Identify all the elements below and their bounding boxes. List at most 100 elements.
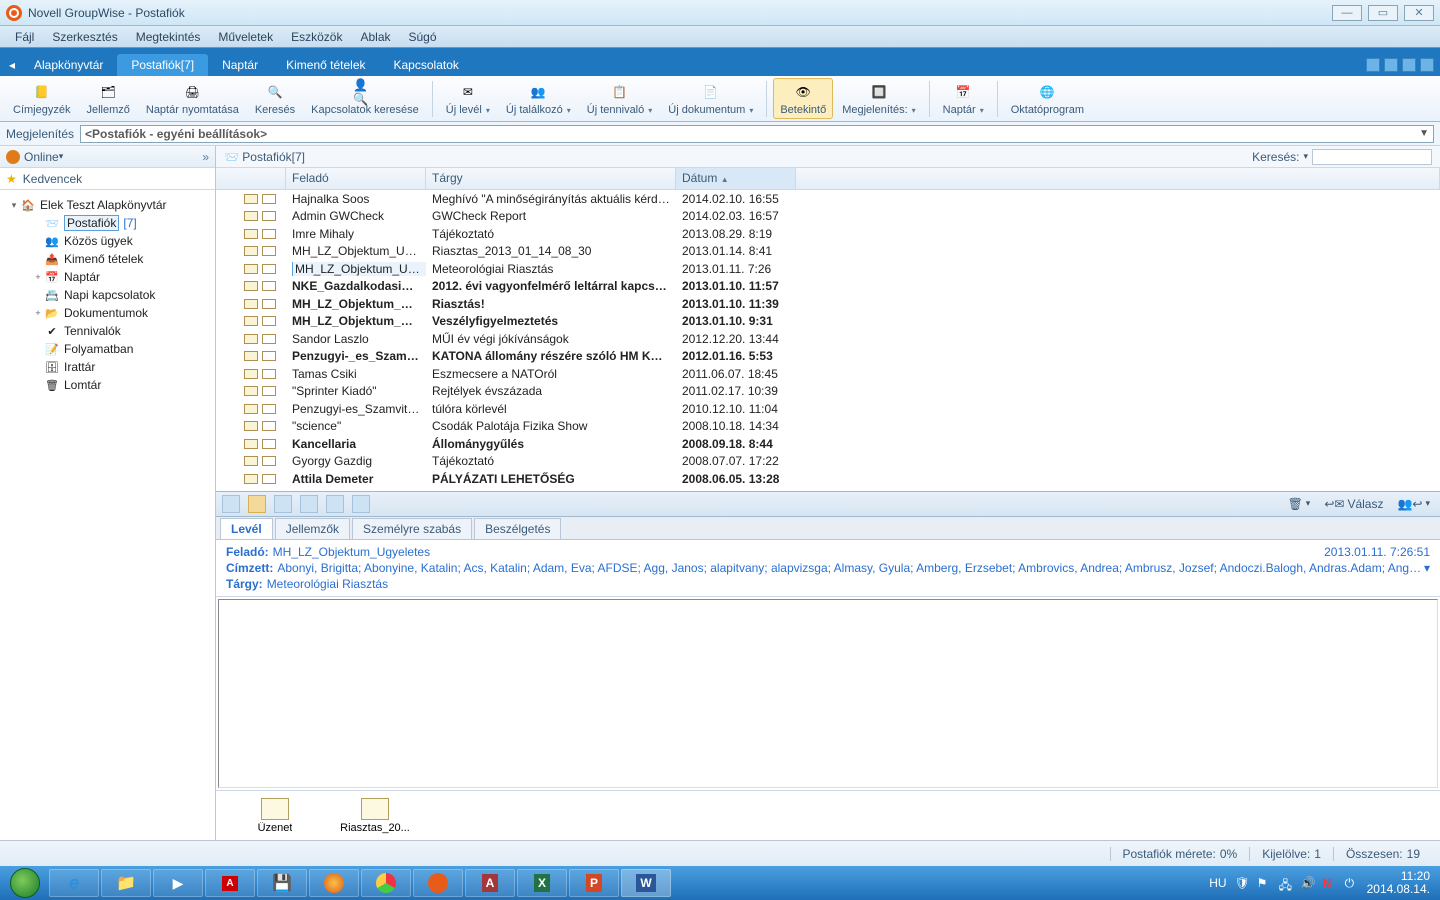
ribbon-print-calendar-icon[interactable]: 🖨Naptár nyomtatása xyxy=(139,78,246,119)
layout-icon-1[interactable] xyxy=(1366,58,1380,72)
navtab[interactable]: Kimenő tételek xyxy=(272,54,379,76)
tree-item[interactable]: 📨 Postafiók [7] xyxy=(4,214,211,232)
search-input[interactable] xyxy=(1312,149,1432,165)
menu-megtekintés[interactable]: Megtekintés xyxy=(127,30,210,44)
message-row[interactable]: Sandor Laszlo MŰI év végi jókívánságok 2… xyxy=(216,330,1440,348)
ribbon-search-contact-icon[interactable]: 👤🔍Kapcsolatok keresése xyxy=(304,78,426,119)
minimize-button[interactable]: — xyxy=(1332,5,1362,21)
delete-button[interactable]: 🗑▾ xyxy=(1284,495,1315,513)
attach-icon[interactable] xyxy=(222,495,240,513)
tree-item[interactable]: 🗄 Irattár xyxy=(4,358,211,376)
message-row[interactable]: MH_LZ_Objektum_Ugyel Meteorológiai Riasz… xyxy=(216,260,1440,278)
message-row[interactable]: Tamas Csiki Eszmecsere a NATOról 2011.06… xyxy=(216,365,1440,383)
taskbar-ie[interactable]: e xyxy=(49,869,99,897)
taskbar-media[interactable]: ▶ xyxy=(153,869,203,897)
menu-eszközök[interactable]: Eszközök xyxy=(282,30,351,44)
menu-súgó[interactable]: Súgó xyxy=(400,30,446,44)
attachment[interactable]: Riasztas_20... xyxy=(340,798,410,834)
message-row[interactable]: Penzugyi-_es_Szamvite KATONA állomány ré… xyxy=(216,348,1440,366)
maximize-button[interactable]: ▭ xyxy=(1368,5,1398,21)
message-row[interactable]: Penzugyi-es_Szamviteli_o túlóra körlevél… xyxy=(216,400,1440,418)
menu-fájl[interactable]: Fájl xyxy=(6,30,43,44)
tree-item[interactable]: 🗑 Lomtár xyxy=(4,376,211,394)
taskbar-firefox[interactable] xyxy=(309,869,359,897)
message-row[interactable]: "Sprinter Kiadó" Rejtélyek évszázada 201… xyxy=(216,383,1440,401)
layout-a-icon[interactable] xyxy=(326,495,344,513)
reply-all-button[interactable]: 👥↩▾ xyxy=(1393,495,1434,513)
tray-n-icon[interactable]: N xyxy=(1323,876,1337,890)
collapse-icon[interactable]: ▾ xyxy=(8,200,20,211)
navtab[interactable]: Postafiók[7] xyxy=(117,54,208,76)
favorites-header[interactable]: ★ Kedvencek xyxy=(0,168,215,190)
taskbar-ppt[interactable]: P xyxy=(569,869,619,897)
taskbar-groupwise[interactable] xyxy=(413,869,463,897)
chevron-down-icon[interactable]: ▾ xyxy=(1303,151,1308,162)
tree-item[interactable]: 👥 Közös ügyek xyxy=(4,232,211,250)
menu-ablak[interactable]: Ablak xyxy=(351,30,399,44)
navtab[interactable]: Naptár xyxy=(208,54,272,76)
ribbon-display-icon[interactable]: 🔲Megjelenítés: xyxy=(835,78,922,119)
message-list[interactable]: Hajnalka Soos Meghívó "A minőségirányítá… xyxy=(216,190,1440,491)
ribbon-tutor-icon[interactable]: 🌐Oktatóprogram xyxy=(1004,78,1091,119)
tree-item[interactable]: + 📂 Dokumentumok xyxy=(4,304,211,322)
tray-net-icon[interactable]: 🖧 xyxy=(1279,876,1293,890)
ribbon-new-mail-icon[interactable]: ✉Új levél xyxy=(439,78,497,119)
ribbon-new-meeting-icon[interactable]: 👥Új találkozó xyxy=(499,78,578,119)
taskbar-chrome[interactable] xyxy=(361,869,411,897)
taskbar-access[interactable]: A xyxy=(465,869,515,897)
message-row[interactable]: Attila Demeter PÁLYÁZATI LEHETŐSÉG 2008.… xyxy=(216,470,1440,488)
layout-icon-2[interactable] xyxy=(1384,58,1398,72)
message-row[interactable]: "science" Csodák Palotája Fizika Show 20… xyxy=(216,418,1440,436)
col-sender[interactable]: Feladó xyxy=(286,168,426,189)
taskbar-adobe[interactable]: A xyxy=(205,869,255,897)
view-combo[interactable]: <Postafiók - egyéni beállítások> ▼ xyxy=(80,125,1434,143)
sign-icon[interactable] xyxy=(274,495,292,513)
message-row[interactable]: Hajnalka Soos Meghívó "A minőségirányítá… xyxy=(216,190,1440,208)
preview-content[interactable] xyxy=(218,599,1438,789)
tree-item[interactable]: 📝 Folyamatban xyxy=(4,340,211,358)
menu-műveletek[interactable]: Műveletek xyxy=(209,30,282,44)
ribbon-preview-icon[interactable]: 👁Betekintő xyxy=(773,78,833,119)
start-button[interactable] xyxy=(2,866,48,900)
col-icon[interactable] xyxy=(216,168,286,189)
ribbon-new-task-icon[interactable]: 📋Új tennivaló xyxy=(580,78,660,119)
preview-tab[interactable]: Beszélgetés xyxy=(474,518,561,539)
tree-root[interactable]: ▾ 🏠 Elek Teszt Alapkönyvtár xyxy=(4,196,211,214)
reply-button[interactable]: ↩✉Válasz xyxy=(1320,495,1387,513)
preview-tab[interactable]: Levél xyxy=(220,518,273,539)
expand-icon[interactable]: + xyxy=(32,308,44,318)
tree-item[interactable]: 📇 Napi kapcsolatok xyxy=(4,286,211,304)
preview-tab[interactable]: Személyre szabás xyxy=(352,518,472,539)
message-row[interactable]: Admin GWCheck GWCheck Report 2014.02.03.… xyxy=(216,208,1440,226)
link-icon[interactable] xyxy=(300,495,318,513)
taskbar-save[interactable]: 💾 xyxy=(257,869,307,897)
tray-shield-icon[interactable]: 🛡 xyxy=(1235,876,1249,890)
ribbon-new-doc-icon[interactable]: 📄Új dokumentum xyxy=(661,78,760,119)
expand-recipients-icon[interactable]: ▾ xyxy=(1424,561,1430,575)
col-subject[interactable]: Tárgy xyxy=(426,168,676,189)
tray-flag-icon[interactable]: ⚑ xyxy=(1257,876,1271,890)
attachment[interactable]: Üzenet xyxy=(240,798,310,834)
message-row[interactable]: MH_LZ_Objektum_Ugye Riasztás! 2013.01.10… xyxy=(216,295,1440,313)
tray-power-icon[interactable]: ⏻ xyxy=(1345,876,1359,890)
expand-icon[interactable]: + xyxy=(32,272,44,282)
online-status[interactable]: Online ▾ » xyxy=(0,146,215,168)
message-row[interactable]: Kancellaria Állománygyűlés 2008.09.18. 8… xyxy=(216,435,1440,453)
taskbar-word[interactable]: W xyxy=(621,869,671,897)
clip-icon[interactable] xyxy=(248,495,266,513)
navtab[interactable]: Kapcsolatok xyxy=(380,54,473,76)
message-row[interactable]: NKE_Gazdalkodasi_Irod 2012. évi vagyonfe… xyxy=(216,278,1440,296)
taskbar-excel[interactable]: X xyxy=(517,869,567,897)
message-row[interactable]: Imre Mihaly Tájékoztató 2013.08.29. 8:19 xyxy=(216,225,1440,243)
layout-b-icon[interactable] xyxy=(352,495,370,513)
tray-clock[interactable]: 11:20 2014.08.14. xyxy=(1367,870,1430,896)
menu-szerkesztés[interactable]: Szerkesztés xyxy=(43,30,126,44)
lang-indicator[interactable]: HU xyxy=(1209,876,1226,890)
message-row[interactable]: Gyorgy Gazdig Tájékoztató 2008.07.07. 17… xyxy=(216,453,1440,471)
tree-item[interactable]: ✔ Tennivalók xyxy=(4,322,211,340)
ribbon-properties-icon[interactable]: 🗂Jellemző xyxy=(79,78,136,119)
nav-prev-icon[interactable]: ◂ xyxy=(4,54,20,76)
taskbar-explorer[interactable]: 📁 xyxy=(101,869,151,897)
ribbon-calendar-icon[interactable]: 📅Naptár xyxy=(936,78,991,119)
message-row[interactable]: MH_LZ_Objektum_Ugyel Riasztas_2013_01_14… xyxy=(216,243,1440,261)
